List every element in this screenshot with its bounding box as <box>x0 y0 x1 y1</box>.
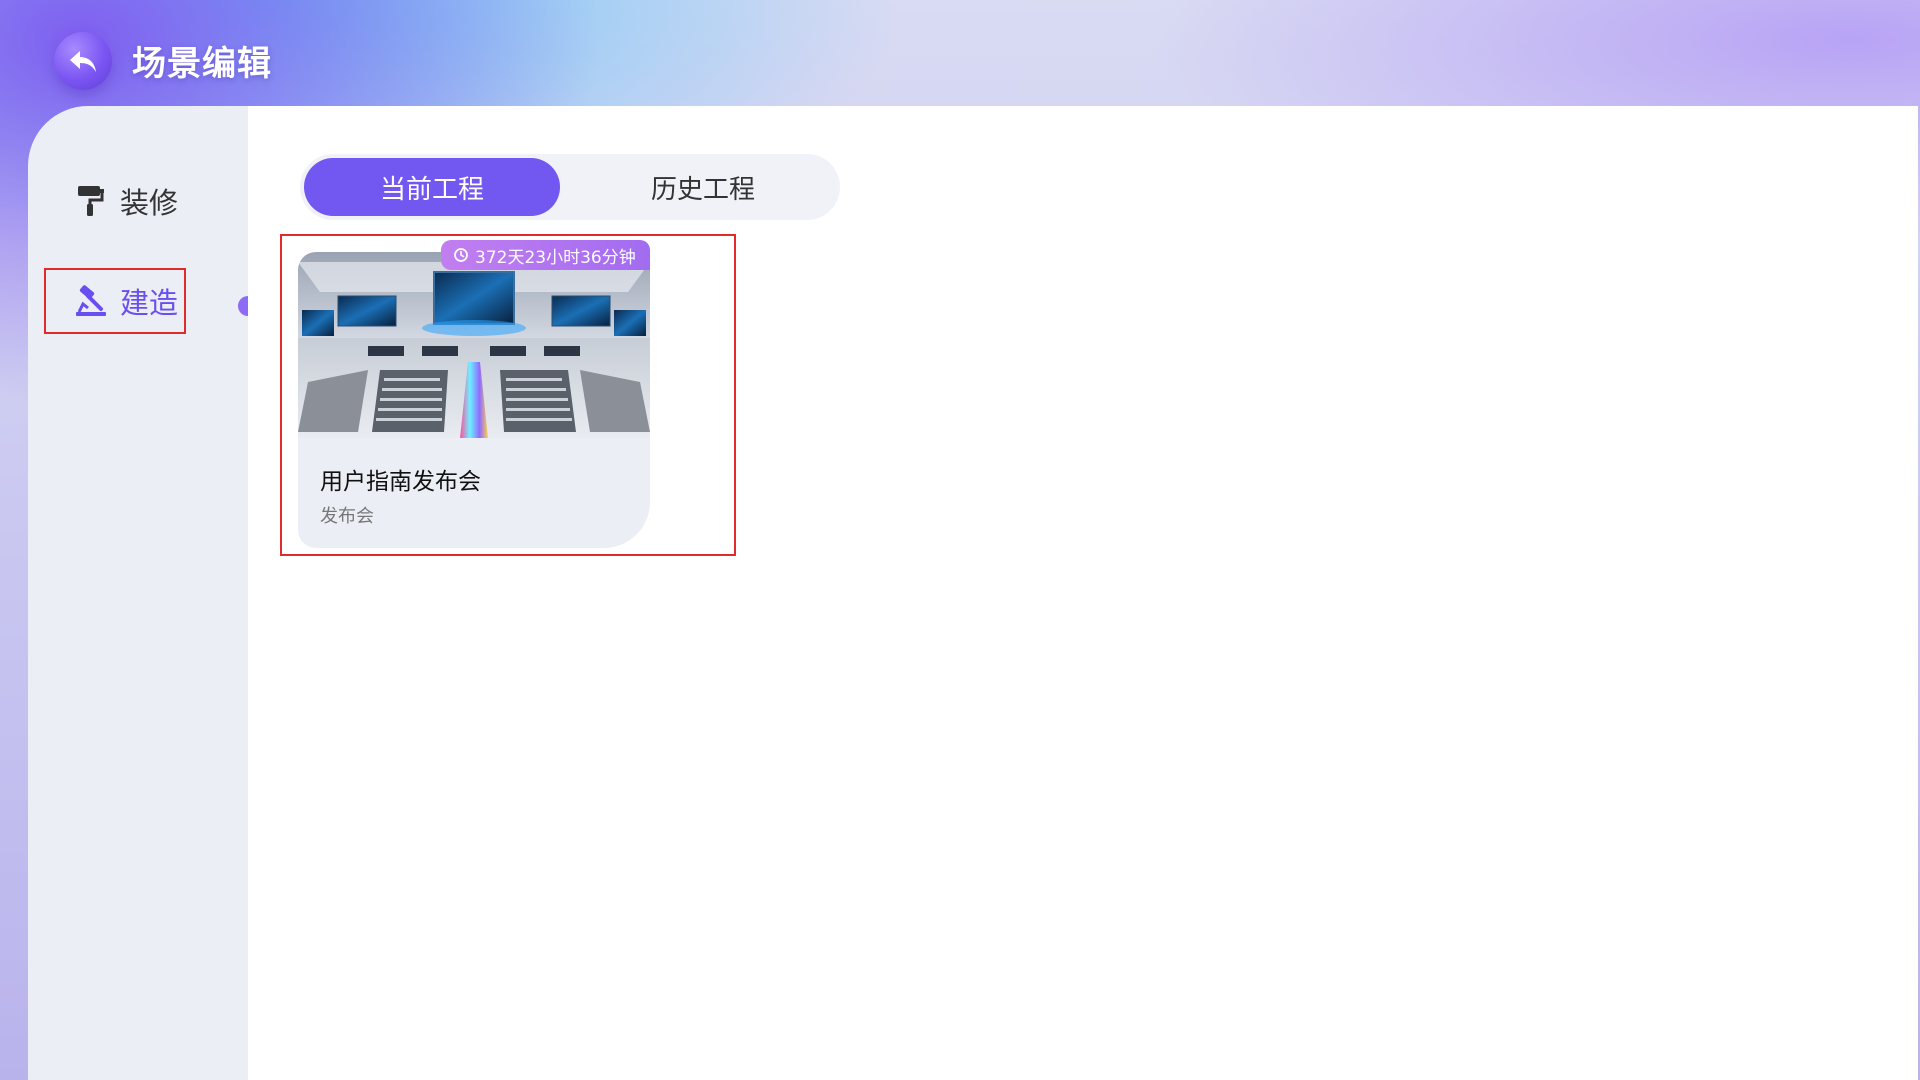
project-thumbnail <box>298 252 650 438</box>
tab-current-projects[interactable]: 当前工程 <box>304 158 560 216</box>
sidebar-item-decorate[interactable]: 装修 <box>46 170 184 232</box>
clock-icon <box>453 247 469 263</box>
project-card[interactable]: 用户指南发布会 发布会 <box>298 252 650 548</box>
project-title: 用户指南发布会 <box>320 469 481 495</box>
remaining-time-text: 372天23小时36分钟 <box>475 247 636 268</box>
project-category: 发布会 <box>320 506 374 527</box>
back-arrow-icon <box>67 45 99 77</box>
sidebar-item-label: 装修 <box>120 186 179 220</box>
back-button[interactable] <box>54 32 112 90</box>
hammer-icon <box>74 284 108 318</box>
page-title: 场景编辑 <box>132 44 272 84</box>
tab-history-projects[interactable]: 历史工程 <box>570 158 836 216</box>
sidebar: 装修 建造 <box>28 106 248 1080</box>
app-window: 场景编辑 装修 建造 当前工程 历史工程 用户指南发布会 发布会 372天23小… <box>0 0 1920 1080</box>
header-bar: 场景编辑 <box>0 0 1920 106</box>
sidebar-item-build[interactable]: 建造 <box>44 268 186 334</box>
remaining-time-badge: 372天23小时36分钟 <box>441 240 650 270</box>
main-panel: 当前工程 历史工程 用户指南发布会 发布会 372天23小时36分钟 <box>248 106 1918 1080</box>
project-tabs: 当前工程 历史工程 <box>300 154 840 220</box>
sidebar-item-label: 建造 <box>120 286 179 320</box>
paint-roller-icon <box>74 184 108 218</box>
